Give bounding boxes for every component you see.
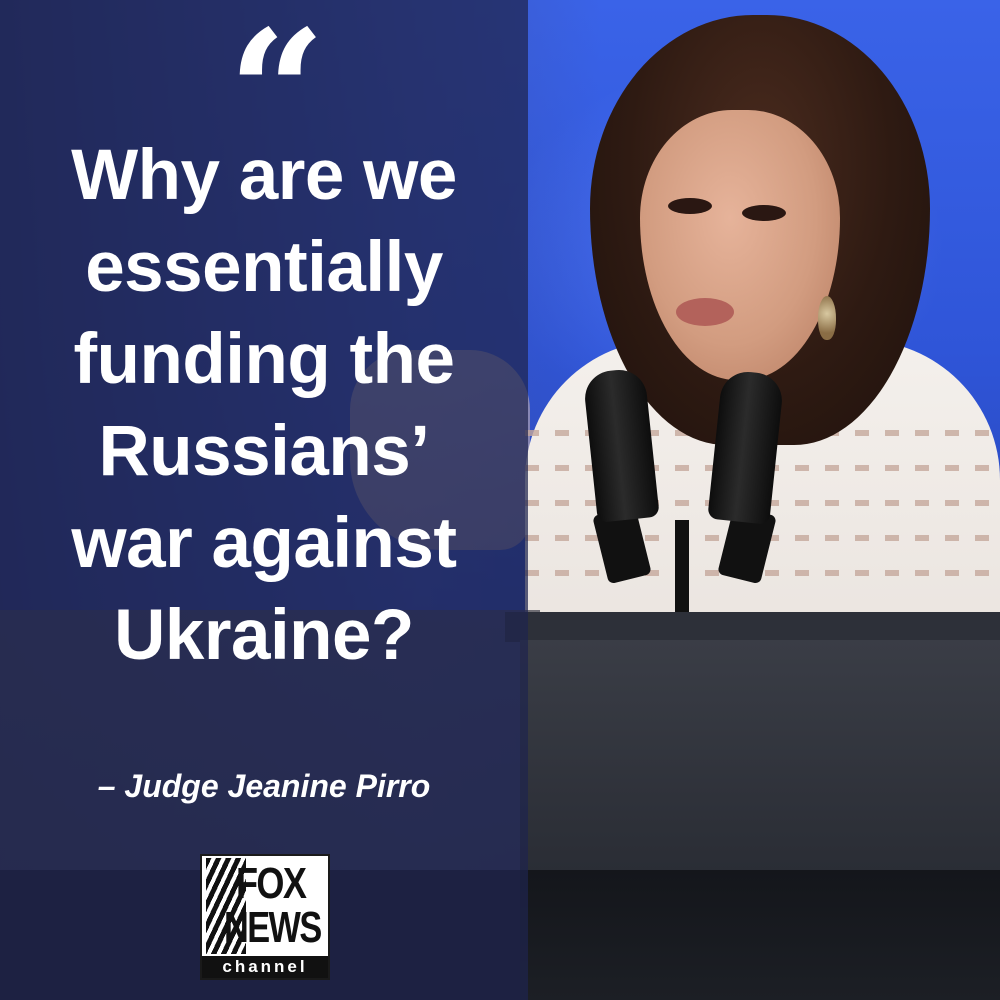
quote-line: Why are we	[71, 136, 457, 215]
quote-card: “ Why are we essentially funding the Rus…	[0, 0, 1000, 1000]
quote-line: war against	[71, 504, 457, 583]
quote-line: Ukraine?	[114, 596, 414, 675]
speaker-mouth	[676, 298, 734, 326]
podium-top	[505, 612, 1000, 642]
speaker-earring	[818, 296, 836, 340]
speaker-left-eye	[668, 198, 712, 214]
logo-word-channel: channel	[202, 956, 328, 978]
logo-word-news: NEWS	[224, 903, 322, 952]
podium-base	[520, 870, 1000, 1000]
quote-line: essentially	[85, 228, 443, 307]
quote-text: Why are we essentially funding the Russi…	[20, 130, 508, 682]
quote-line: Russians’	[98, 412, 430, 491]
speaker-right-eye	[742, 205, 786, 221]
logo-word-fox: FOX	[236, 859, 307, 908]
quote-line: funding the	[73, 320, 455, 399]
quote-attribution: – Judge Jeanine Pirro	[97, 768, 431, 804]
fox-news-logo: FOX NEWS channel	[200, 854, 330, 980]
